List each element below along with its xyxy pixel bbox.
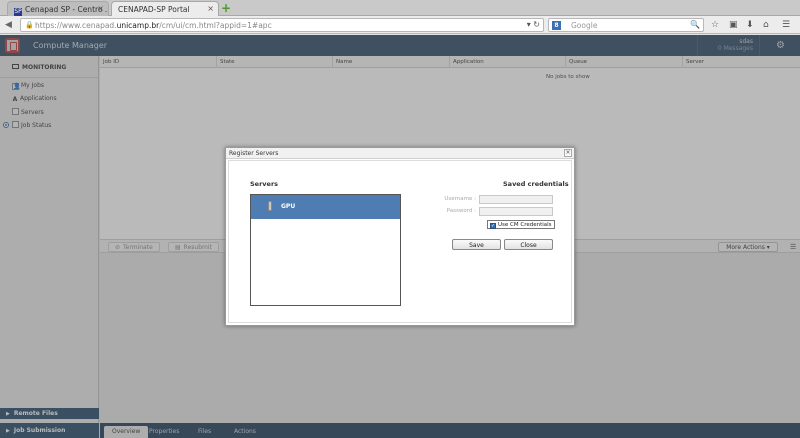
- server-list-item[interactable]: GPU: [251, 195, 400, 219]
- password-field[interactable]: [479, 207, 553, 216]
- reload-icon[interactable]: ▾ ↻: [527, 20, 540, 29]
- browser-tab-portal[interactable]: CENAPAD-SP Portal ×: [111, 1, 219, 16]
- password-label: Password :: [446, 208, 476, 214]
- tab-close-icon[interactable]: ×: [207, 4, 214, 13]
- tab-close-icon[interactable]: ×: [97, 4, 104, 13]
- download-icon[interactable]: ⬇: [746, 19, 754, 31]
- url-path: /cm/ui/cm.html?appid=1#apc: [159, 21, 272, 30]
- saved-credentials-heading: Saved credentials: [503, 180, 569, 188]
- cenapad-favicon-icon: SP: [14, 8, 22, 16]
- username-field[interactable]: [479, 195, 553, 204]
- checkbox-label: Use CM Credentials: [498, 222, 552, 228]
- servers-heading: Servers: [250, 180, 279, 188]
- register-servers-dialog: Register Servers × Servers GPU Saved cre…: [225, 147, 575, 326]
- save-button[interactable]: Save: [452, 239, 501, 250]
- bookmark-star-icon[interactable]: ☆: [711, 19, 719, 31]
- lock-icon: 🔒: [25, 21, 34, 29]
- browser-nav-bar: ◀ 🔒 https://www.cenapad.unicamp.br/cm/ui…: [0, 16, 800, 34]
- dialog-title: Register Servers: [229, 150, 279, 157]
- back-arrow-icon[interactable]: ◀: [5, 19, 12, 31]
- dialog-title-bar: Register Servers ×: [226, 148, 574, 159]
- url-prefix: https://www.cenapad.: [35, 21, 117, 30]
- username-label: Username :: [444, 196, 476, 202]
- browser-tab-title: CENAPAD-SP Portal: [118, 5, 190, 14]
- reading-list-icon[interactable]: ▣: [729, 19, 738, 31]
- url-bar[interactable]: 🔒 https://www.cenapad.unicamp.br/cm/ui/c…: [20, 18, 544, 32]
- new-tab-plus-icon[interactable]: +: [220, 2, 232, 14]
- browser-tab-cenapad[interactable]: SP Cenapad SP - Centro ... ×: [7, 1, 109, 16]
- browser-tab-strip: SP Cenapad SP - Centro ... × CENAPAD-SP P…: [0, 0, 800, 16]
- search-go-icon[interactable]: 🔍: [690, 20, 700, 29]
- search-engine-icon[interactable]: 8: [552, 21, 561, 30]
- use-cm-credentials-checkbox[interactable]: ✓ Use CM Credentials: [487, 220, 555, 229]
- checkmark-icon: ✓: [490, 223, 496, 229]
- menu-hamburger-icon[interactable]: ☰: [782, 19, 790, 31]
- search-bar[interactable]: 8 Google 🔍: [548, 18, 704, 32]
- dialog-body: Servers GPU Saved credentials Username :…: [228, 160, 572, 323]
- server-list[interactable]: GPU: [250, 194, 401, 306]
- home-icon[interactable]: ⌂: [763, 19, 769, 31]
- server-name: GPU: [281, 203, 296, 210]
- search-placeholder: Google: [571, 21, 598, 30]
- url-host: unicamp.br: [116, 21, 160, 30]
- server-icon: [268, 201, 272, 211]
- close-button[interactable]: Close: [504, 239, 553, 250]
- close-icon[interactable]: ×: [564, 149, 572, 157]
